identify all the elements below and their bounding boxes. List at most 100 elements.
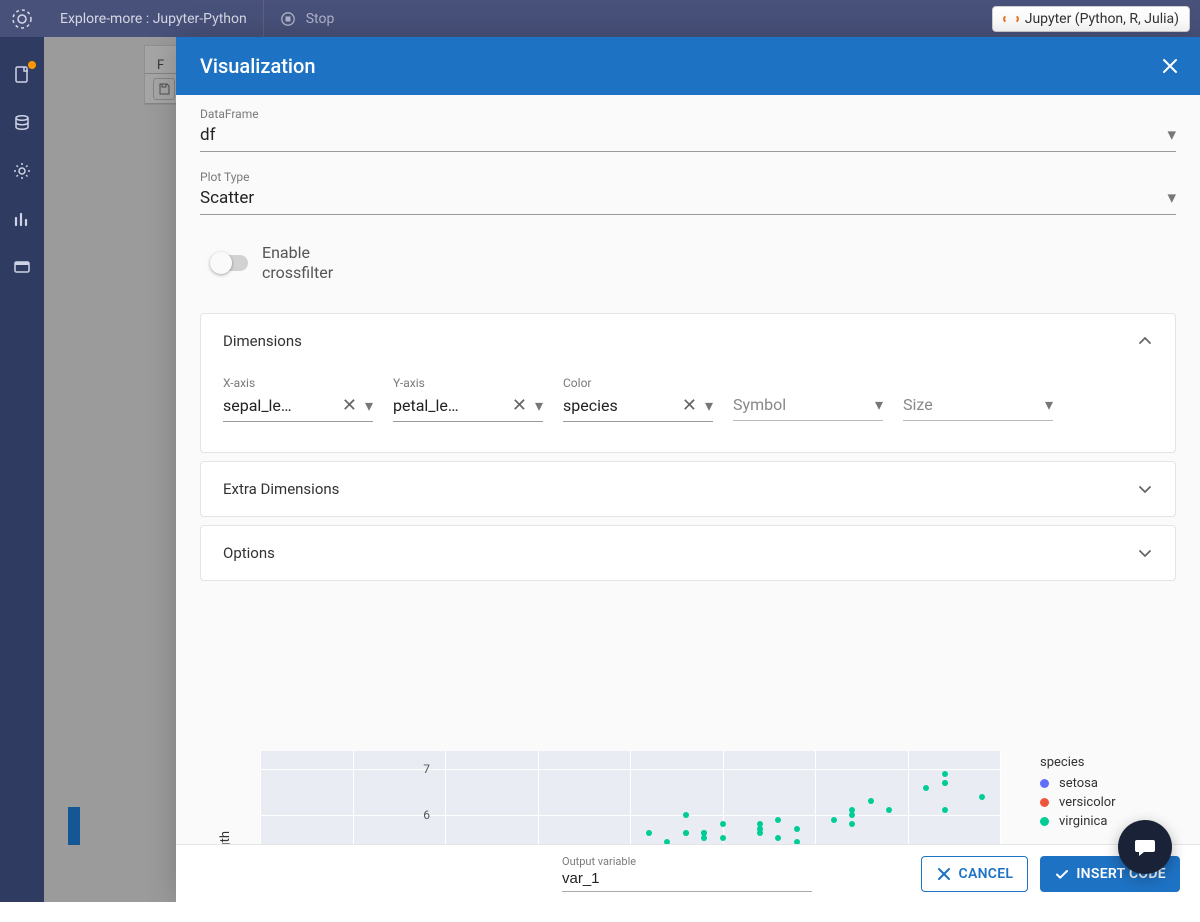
chart-point [720, 821, 726, 827]
color-field[interactable]: Color species ✕ ▾ [563, 376, 713, 422]
sidebar-item-notebook[interactable] [12, 65, 32, 85]
brand-logo-icon [10, 7, 34, 31]
chevron-down-icon: ▾ [535, 396, 543, 415]
chart-point [775, 835, 781, 841]
chart-y-tick: 7 [423, 762, 430, 776]
chart-point [868, 798, 874, 804]
chart-point [646, 830, 652, 836]
legend-label: virginica [1059, 814, 1107, 829]
chart-point [923, 785, 929, 791]
dataframe-value: df [200, 125, 216, 145]
chart-point [849, 821, 855, 827]
size-placeholder: Size [903, 395, 1041, 414]
legend-item[interactable]: versicolor [1040, 795, 1116, 810]
sidebar-item-settings[interactable] [12, 161, 32, 181]
legend-swatch [1040, 798, 1049, 807]
environment-tag[interactable]: Jupyter (Python, R, Julia) [992, 6, 1190, 32]
y-axis-label: Y-axis [393, 376, 543, 390]
x-axis-field[interactable]: X-axis sepal_le… ✕ ▾ [223, 376, 373, 422]
toggle-switch[interactable] [212, 255, 248, 271]
bottom-strip [0, 902, 1200, 922]
dataframe-field[interactable]: DataFrame df ▾ [200, 107, 1176, 152]
y-axis-value: petal_le… [393, 396, 504, 415]
options-panel: Options [200, 525, 1176, 581]
modal-title: Visualization [200, 54, 315, 78]
output-variable-label: Output variable [562, 855, 812, 868]
chevron-down-icon: ▾ [365, 396, 373, 415]
chart-point [683, 830, 689, 836]
chart-point [683, 812, 689, 818]
cancel-button[interactable]: CANCEL [921, 856, 1028, 892]
crossfilter-label: Enable crossfilter [262, 243, 362, 283]
app-logo[interactable] [0, 0, 44, 37]
sidebar-item-docs[interactable] [12, 257, 32, 277]
output-variable-field[interactable]: Output variable [562, 855, 812, 892]
dimensions-panel-title: Dimensions [223, 332, 302, 350]
close-icon [1160, 56, 1180, 76]
sidebar-item-visualizations[interactable] [12, 209, 32, 229]
chart-point [886, 807, 892, 813]
dimensions-panel-header[interactable]: Dimensions [201, 314, 1175, 368]
chevron-down-icon [1137, 545, 1153, 561]
plot-type-label: Plot Type [200, 170, 1176, 184]
legend-label: setosa [1059, 776, 1098, 791]
database-icon [12, 113, 32, 133]
notebook-title-text: Explore-more : Jupyter-Python [60, 11, 247, 27]
options-panel-header[interactable]: Options [201, 526, 1175, 580]
y-axis-field[interactable]: Y-axis petal_le… ✕ ▾ [393, 376, 543, 422]
output-variable-input[interactable] [562, 868, 812, 892]
notebook-title[interactable]: Explore-more : Jupyter-Python [44, 0, 264, 37]
legend-swatch [1040, 817, 1049, 826]
chevron-down-icon: ▾ [1167, 125, 1176, 145]
cancel-label: CANCEL [958, 866, 1013, 882]
plot-type-value: Scatter [200, 188, 254, 208]
color-value: species [563, 396, 674, 415]
chevron-down-icon: ▾ [1167, 188, 1176, 208]
chart-point [831, 817, 837, 823]
chart-legend: species setosaversicolorvirginica [1040, 755, 1116, 833]
close-icon [936, 866, 952, 882]
document-icon [12, 257, 32, 277]
modal-header: Visualization [176, 37, 1200, 95]
legend-swatch [1040, 779, 1049, 788]
clear-x-button[interactable]: ✕ [338, 397, 361, 415]
chart-point [701, 835, 707, 841]
gear-icon [12, 161, 32, 181]
stop-button[interactable]: Stop [264, 0, 351, 37]
legend-label: versicolor [1059, 795, 1116, 810]
chart-point [942, 807, 948, 813]
notification-badge [28, 61, 36, 69]
chart-point [942, 780, 948, 786]
environment-tag-text: Jupyter (Python, R, Julia) [1025, 11, 1179, 27]
stop-label: Stop [306, 11, 335, 27]
size-field[interactable]: Size ▾ [903, 376, 1053, 422]
chart-plot[interactable] [260, 751, 1000, 844]
chart-point [757, 826, 763, 832]
chart-point [794, 826, 800, 832]
symbol-field[interactable]: Symbol ▾ [733, 376, 883, 422]
extra-dimensions-title: Extra Dimensions [223, 480, 339, 498]
chat-fab[interactable] [1118, 820, 1172, 874]
left-sidebar [0, 37, 44, 902]
clear-y-button[interactable]: ✕ [508, 397, 531, 415]
extra-dimensions-panel-header[interactable]: Extra Dimensions [201, 462, 1175, 516]
close-button[interactable] [1160, 56, 1180, 76]
jupyter-icon [1003, 14, 1019, 24]
legend-item[interactable]: virginica [1040, 814, 1116, 829]
x-axis-value: sepal_le… [223, 396, 334, 415]
legend-item[interactable]: setosa [1040, 776, 1116, 791]
chart-point [942, 771, 948, 777]
plot-type-field[interactable]: Plot Type Scatter ▾ [200, 170, 1176, 215]
dataframe-label: DataFrame [200, 107, 1176, 121]
chat-icon [1132, 834, 1158, 860]
dimensions-panel: Dimensions X-axis sepal_le… ✕ ▾ Y-axis p… [200, 313, 1176, 453]
clear-color-button[interactable]: ✕ [678, 397, 701, 415]
x-axis-label: X-axis [223, 376, 373, 390]
sidebar-item-data[interactable] [12, 113, 32, 133]
chart-preview: petal_length species setosaversicolorvir… [200, 711, 1176, 844]
crossfilter-toggle[interactable]: Enable crossfilter [212, 243, 1176, 283]
chevron-up-icon [1137, 333, 1153, 349]
chart-y-label: petal_length [218, 831, 233, 844]
visualization-modal: Visualization DataFrame df ▾ Plot Type S… [176, 37, 1200, 902]
chart-point [720, 835, 726, 841]
